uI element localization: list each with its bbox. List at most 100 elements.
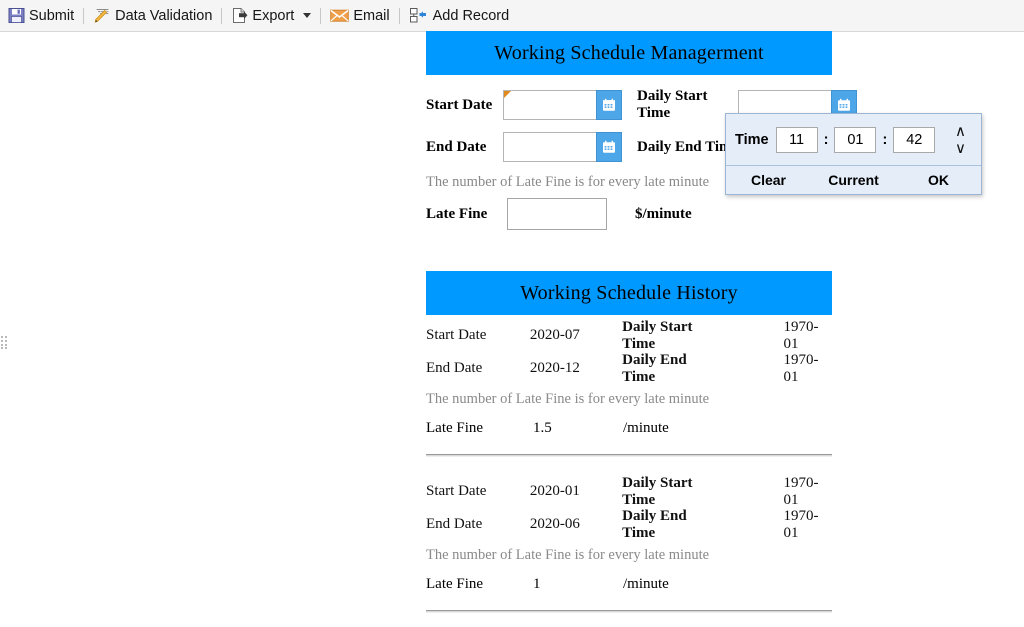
grip-dot — [1, 336, 3, 338]
history-start-date-value: 2020-07 — [529, 327, 580, 343]
panel-resize-handle[interactable] — [1, 336, 8, 350]
start-date-calendar-button[interactable] — [596, 90, 623, 120]
late-fine-label: Late Fine — [426, 205, 488, 222]
history-section: Working Schedule History Start Date 2020… — [426, 271, 832, 613]
history-daily-end-time-value: 1970-01 — [783, 351, 819, 385]
time-picker-current-button[interactable]: Current — [811, 166, 896, 194]
history-end-date-value: 2020-06 — [529, 516, 580, 532]
toolbar-divider — [320, 7, 322, 24]
toolbar-button-data-validation[interactable]: Data Validation — [89, 5, 216, 26]
history-daily-end-time-value: 1970-01 — [783, 507, 819, 541]
time-picker-clear-button[interactable]: Clear — [726, 166, 811, 194]
end-date-field-wrap — [503, 132, 623, 162]
grip-dot — [1, 343, 3, 346]
time-picker-popup: Time : : ∧ ∨ Clear Current OK — [725, 113, 982, 195]
history-late-fine-label: Late Fine — [426, 575, 484, 592]
chevron-up-icon[interactable]: ∧ — [952, 123, 969, 140]
history-end-date-value: 2020-12 — [529, 360, 580, 376]
time-separator: : — [882, 131, 888, 148]
end-date-label: End Date — [426, 138, 487, 155]
history-start-date-value: 2020-01 — [529, 483, 580, 499]
toolbar-label-add-record: Add Record — [432, 7, 510, 24]
history-row-late-fine: Late Fine 1.5 /minute — [426, 412, 832, 444]
envelope-icon — [330, 8, 350, 23]
chevron-down-icon[interactable]: ∨ — [952, 140, 969, 157]
add-record-icon — [409, 7, 429, 24]
required-corner-marker — [504, 91, 512, 98]
time-picker-actions: Clear Current OK — [726, 166, 981, 194]
start-date-input[interactable] — [504, 91, 597, 119]
start-date-label: Start Date — [426, 96, 493, 113]
time-picker-hour-input[interactable] — [775, 126, 818, 153]
toolbar-label-submit: Submit — [29, 7, 75, 24]
history-late-fine-label: Late Fine — [426, 419, 484, 436]
grip-dot — [1, 339, 3, 342]
calendar-icon — [603, 98, 616, 111]
calendar-icon — [603, 140, 616, 153]
late-fine-field-wrap — [507, 198, 607, 230]
history-card-title: Working Schedule History — [426, 271, 832, 315]
history-daily-start-time-value: 1970-01 — [783, 474, 819, 508]
history-row-end: End Date 2020-06 Daily End Time 1970-01 — [426, 508, 832, 541]
history-row-start: Start Date 2020-01 Daily Start Time 1970… — [426, 475, 832, 508]
grip-dot — [5, 339, 7, 342]
time-picker-fields-row: Time : : ∧ ∨ — [726, 114, 981, 166]
time-picker-ok-button[interactable]: OK — [896, 166, 981, 194]
time-picker-second-input[interactable] — [893, 126, 936, 153]
daily-end-time-label: Daily End Time — [637, 138, 739, 155]
late-fine-input[interactable] — [508, 199, 606, 229]
pen-validation-icon — [93, 7, 111, 24]
history-late-fine-unit: /minute — [623, 575, 669, 592]
time-separator: : — [823, 131, 829, 148]
grip-dot — [5, 347, 7, 350]
end-date-input[interactable] — [504, 133, 597, 161]
grip-dot — [1, 347, 3, 350]
history-start-date-label: Start Date — [426, 327, 487, 343]
toolbar-label-export: Export — [252, 7, 295, 24]
toolbar-button-export[interactable]: Export — [227, 5, 315, 26]
toolbar-divider — [221, 7, 223, 24]
history-record: Start Date 2020-01 Daily Start Time 1970… — [426, 471, 832, 613]
grip-dot — [5, 343, 7, 346]
history-late-fine-value: 1.5 — [533, 419, 552, 436]
calendar-icon — [837, 98, 850, 111]
daily-start-time-label: Daily Start Time — [637, 88, 708, 121]
toolbar-label-data-validation: Data Validation — [115, 7, 213, 24]
history-record: Start Date 2020-07 Daily Start Time 1970… — [426, 315, 832, 457]
start-date-field-wrap — [503, 90, 623, 120]
toolbar-button-email[interactable]: Email — [326, 6, 393, 26]
toolbar-divider — [398, 7, 400, 24]
end-date-calendar-button[interactable] — [596, 132, 623, 162]
history-note: The number of Late Fine is for every lat… — [426, 391, 710, 407]
history-end-date-label: End Date — [426, 360, 483, 376]
grip-dot — [5, 336, 7, 338]
history-daily-start-time-label: Daily Start Time — [622, 474, 693, 508]
record-separator — [426, 454, 832, 457]
time-picker-minute-input[interactable] — [834, 126, 877, 153]
history-row-late-fine: Late Fine 1 /minute — [426, 568, 832, 600]
time-picker-title: Time — [735, 131, 769, 148]
main-toolbar: Submit Data Validation Export Email Add … — [0, 0, 1024, 32]
history-row-start: Start Date 2020-07 Daily Start Time 1970… — [426, 319, 832, 352]
history-late-fine-value: 1 — [533, 575, 541, 592]
history-daily-start-time-label: Daily Start Time — [622, 318, 693, 352]
toolbar-divider — [83, 7, 85, 24]
history-late-fine-unit: /minute — [623, 419, 669, 436]
export-document-icon — [231, 7, 248, 24]
toolbar-button-submit[interactable]: Submit — [4, 5, 78, 26]
history-daily-end-time-label: Daily End Time — [622, 507, 687, 541]
time-picker-spinner: ∧ ∨ — [952, 123, 975, 157]
history-daily-start-time-value: 1970-01 — [783, 318, 819, 352]
save-floppy-icon — [8, 7, 25, 24]
toolbar-label-email: Email — [353, 7, 390, 24]
history-start-date-label: Start Date — [426, 483, 487, 499]
history-note: The number of Late Fine is for every lat… — [426, 547, 710, 563]
form-row-late-fine: Late Fine $/minute — [426, 193, 832, 235]
late-fine-unit: $/minute — [635, 205, 692, 222]
chevron-down-icon[interactable] — [303, 13, 312, 18]
management-card-title: Working Schedule Managerment — [426, 31, 832, 75]
toolbar-button-add-record[interactable]: Add Record — [405, 5, 514, 26]
history-row-end: End Date 2020-12 Daily End Time 1970-01 — [426, 352, 832, 385]
record-separator — [426, 610, 832, 613]
history-daily-end-time-label: Daily End Time — [622, 351, 687, 385]
